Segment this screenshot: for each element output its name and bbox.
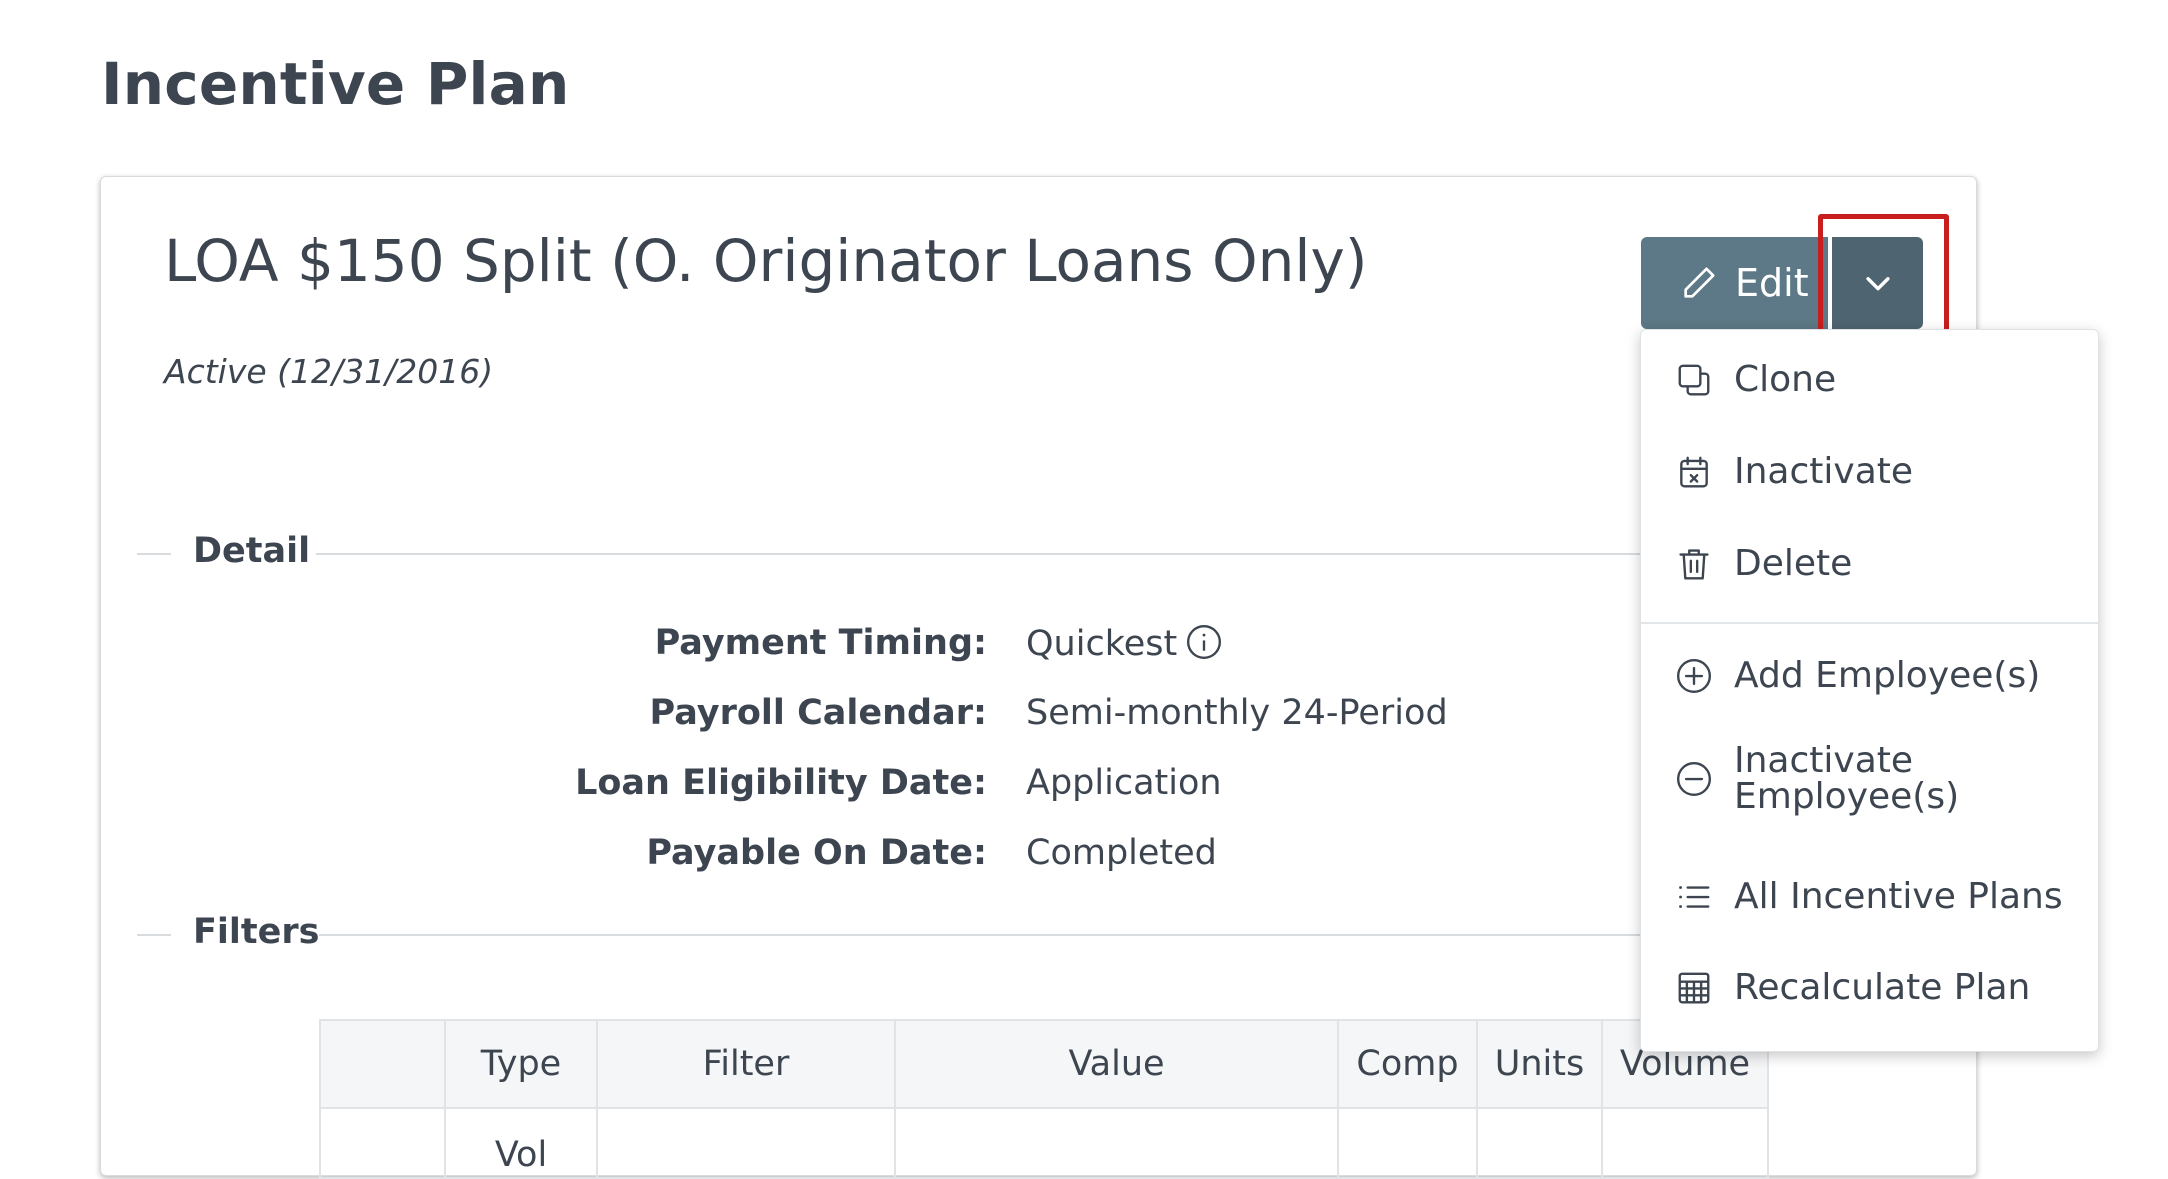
payment-timing-text: Quickest: [1026, 624, 1178, 664]
filters-table: Type Filter Value Comp Units Volume Vol: [319, 1019, 1769, 1179]
loan-eligibility-date-label: Loan Eligibility Date:: [575, 763, 987, 803]
column-header-units[interactable]: Units: [1476, 1019, 1603, 1109]
table-cell: [319, 1107, 446, 1179]
payable-on-date-label: Payable On Date:: [646, 833, 987, 873]
menu-item-add-employees-label: Add Employee(s): [1734, 655, 2041, 696]
menu-item-clone-label: Clone: [1734, 359, 1837, 400]
column-header-filter[interactable]: Filter: [596, 1019, 896, 1109]
minus-circle-icon: [1675, 760, 1713, 798]
filters-divider-right: [319, 934, 1646, 936]
more-actions-toggle-button[interactable]: [1832, 237, 1923, 329]
plan-name: LOA $150 Split (O. Originator Loans Only…: [164, 227, 1368, 295]
plan-status: Active (12/31/2016): [164, 352, 494, 391]
menu-divider: [1641, 622, 2098, 624]
calculator-icon: [1675, 969, 1713, 1007]
menu-item-add-employees[interactable]: Add Employee(s): [1641, 646, 2098, 706]
menu-item-all-incentive-plans[interactable]: All Incentive Plans: [1641, 867, 2098, 927]
table-cell: [1476, 1107, 1603, 1179]
calendar-x-icon: [1675, 453, 1713, 491]
detail-divider-right: [316, 553, 1646, 555]
clone-icon: [1675, 361, 1713, 399]
more-actions-menu: Clone Inactivate Delete Add Employee(s): [1640, 329, 2099, 1052]
menu-item-inactivate-employees-label: Inactivate Employee(s): [1734, 740, 1960, 817]
payable-on-date-value: Completed: [1026, 833, 1217, 873]
table-cell: Vol: [444, 1107, 598, 1179]
filters-divider-left: [137, 934, 171, 936]
menu-item-recalculate-plan[interactable]: Recalculate Plan: [1641, 958, 2098, 1018]
table-cell: [1337, 1107, 1478, 1179]
table-cell: [596, 1107, 896, 1179]
payment-timing-value: Quickest: [1026, 623, 1223, 670]
detail-divider-left: [137, 553, 171, 555]
menu-item-inactivate[interactable]: Inactivate: [1641, 442, 2098, 502]
detail-section-label: Detail: [193, 531, 311, 571]
menu-item-inactivate-employees[interactable]: Inactivate Employee(s): [1641, 734, 2098, 824]
column-header-select: [319, 1019, 446, 1109]
loan-eligibility-date-value: Application: [1026, 763, 1222, 803]
edit-button[interactable]: Edit: [1641, 237, 1828, 329]
filters-table-header: Type Filter Value Comp Units Volume: [319, 1019, 1769, 1109]
menu-item-all-incentive-plans-label: All Incentive Plans: [1734, 876, 2063, 917]
table-cell: [894, 1107, 1339, 1179]
column-header-value[interactable]: Value: [894, 1019, 1339, 1109]
plus-circle-icon: [1675, 657, 1713, 695]
table-row: Vol: [319, 1107, 1769, 1179]
filters-section-label: Filters: [193, 912, 320, 952]
pencil-icon: [1679, 263, 1719, 303]
chevron-down-icon: [1861, 266, 1895, 300]
column-header-type[interactable]: Type: [444, 1019, 598, 1109]
list-icon: [1675, 878, 1713, 916]
payment-timing-label: Payment Timing:: [654, 623, 987, 663]
edit-button-label: Edit: [1735, 261, 1809, 305]
menu-item-inactivate-label: Inactivate: [1734, 451, 1914, 492]
table-cell: [1601, 1107, 1769, 1179]
menu-item-delete[interactable]: Delete: [1641, 534, 2098, 594]
info-icon[interactable]: [1185, 623, 1223, 670]
page-title: Incentive Plan: [101, 50, 570, 118]
menu-item-delete-label: Delete: [1734, 543, 1853, 584]
menu-item-clone[interactable]: Clone: [1641, 350, 2098, 410]
payroll-calendar-value: Semi-monthly 24-Period: [1026, 693, 1448, 733]
trash-icon: [1675, 545, 1713, 583]
payroll-calendar-label: Payroll Calendar:: [649, 693, 987, 733]
menu-item-recalculate-plan-label: Recalculate Plan: [1734, 967, 2031, 1008]
column-header-comp[interactable]: Comp: [1337, 1019, 1478, 1109]
